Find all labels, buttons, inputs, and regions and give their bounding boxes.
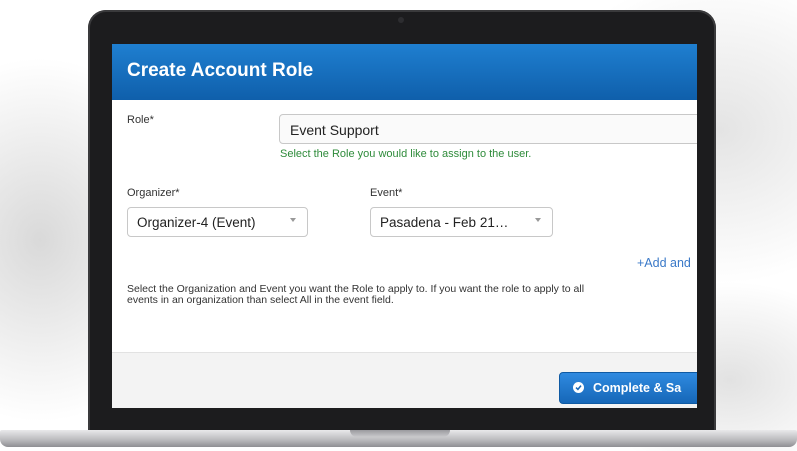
organizer-select-value: Organizer-4 (Event) xyxy=(137,215,256,230)
role-input-value: Event Support xyxy=(290,122,379,138)
organizer-label: Organizer* xyxy=(127,187,180,199)
event-label: Event* xyxy=(370,187,403,199)
event-select-value: Pasadena - Feb 21… xyxy=(380,215,509,230)
complete-save-label: Complete & Sa xyxy=(593,381,682,395)
dialog-footer: Complete & Sa xyxy=(112,353,697,408)
caret-down-icon xyxy=(290,218,296,222)
help-text: Select the Organization and Event you wa… xyxy=(127,283,585,306)
laptop-base-notch xyxy=(350,430,450,437)
dialog-title: Create Account Role xyxy=(127,60,314,81)
dialog-header: Create Account Role xyxy=(112,44,697,100)
camera-icon xyxy=(398,17,404,23)
add-another-link[interactable]: +Add and xyxy=(637,256,691,270)
complete-save-button[interactable]: Complete & Sa xyxy=(559,372,697,404)
check-circle-icon xyxy=(573,382,584,393)
caret-down-icon xyxy=(535,218,541,222)
role-hint: Select the Role you would like to assign… xyxy=(280,148,532,160)
laptop-screen: Create Account Role Role* Event Support … xyxy=(112,44,697,408)
role-input[interactable]: Event Support xyxy=(279,114,697,144)
role-label: Role* xyxy=(127,114,154,126)
organizer-select[interactable]: Organizer-4 (Event) xyxy=(127,207,308,237)
event-select[interactable]: Pasadena - Feb 21… xyxy=(370,207,553,237)
